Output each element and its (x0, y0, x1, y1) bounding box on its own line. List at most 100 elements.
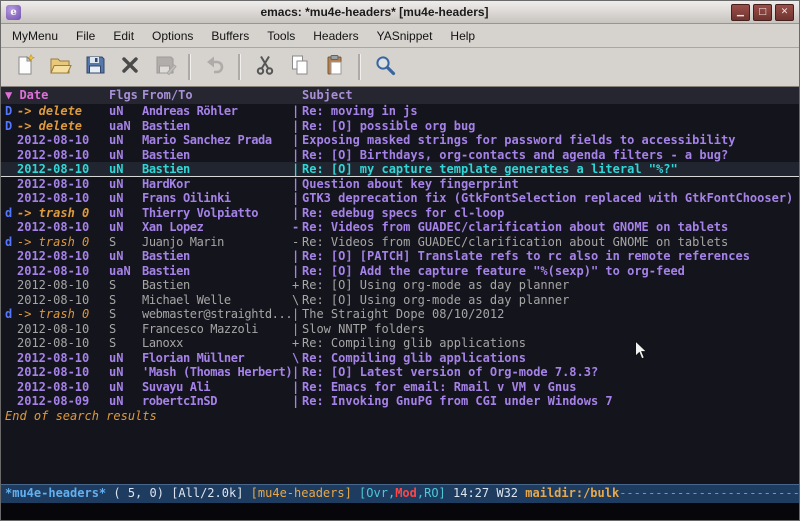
message-row[interactable]: 2012-08-10SBastien+Re: [O] Using org-mod… (1, 278, 799, 293)
message-mark (5, 264, 17, 279)
message-from: webmaster@straightd... (142, 307, 292, 322)
thread-connector: \ (292, 351, 302, 366)
menu-tools[interactable]: Tools (258, 26, 304, 46)
message-date: 2012-08-10 (17, 322, 109, 337)
menu-options[interactable]: Options (143, 26, 202, 46)
message-row[interactable]: 2012-08-10uNBastien|Re: [O] my capture t… (1, 162, 799, 177)
modeline-segment-status: Ovr, (366, 486, 395, 500)
message-subject: Question about key fingerprint (302, 177, 799, 192)
menu-help[interactable]: Help (441, 26, 484, 46)
message-flags: uaN (109, 119, 142, 134)
message-subject: Re: Videos from GUADEC/clarification abo… (302, 235, 799, 250)
message-row[interactable]: 2012-08-10SLanoxx+Re: Compiling glib app… (1, 336, 799, 351)
message-from: Bastien (142, 264, 292, 279)
new-file-button[interactable] (9, 52, 40, 83)
close-button[interactable]: ✕ (775, 4, 794, 21)
message-from: Bastien (142, 249, 292, 264)
thread-connector: | (292, 133, 302, 148)
column-subject[interactable]: Subject (302, 87, 799, 104)
message-mark (5, 336, 17, 351)
message-date: -> trash 0 (17, 307, 109, 322)
message-date: 2012-08-10 (17, 133, 109, 148)
thread-connector: | (292, 104, 302, 119)
menu-headers[interactable]: Headers (304, 26, 367, 46)
column-flags[interactable]: Flgs (109, 87, 142, 104)
minimize-button[interactable]: ▁ (731, 4, 750, 21)
toolbar-separator (238, 54, 241, 80)
search-button[interactable] (369, 52, 400, 83)
message-row[interactable]: 2012-08-09uNrobertcInSD|Re: Invoking Gnu… (1, 394, 799, 409)
open-file-button[interactable] (44, 52, 75, 83)
message-row[interactable]: 2012-08-10SFrancesco Mazzoli|Slow NNTP f… (1, 322, 799, 337)
window-controls: ▁ □ ✕ (728, 4, 794, 21)
message-flags: uaN (109, 264, 142, 279)
message-mark (5, 365, 17, 380)
message-subject: Re: [O] [PATCH] Translate refs to rc als… (302, 249, 799, 264)
message-from: Florian Müllner (142, 351, 292, 366)
copy-button[interactable] (284, 52, 315, 83)
message-row[interactable]: D-> deleteuNAndreas Röhler|Re: moving in… (1, 104, 799, 119)
message-row[interactable]: 2012-08-10uNHardKor|Question about key f… (1, 177, 799, 192)
message-flags: uN (109, 133, 142, 148)
save-button[interactable] (79, 52, 110, 83)
column-date[interactable]: ▼ Date (5, 87, 109, 104)
headers-header-line: ▼ Date Flgs From/To Subject (1, 87, 799, 104)
message-flags: S (109, 322, 142, 337)
message-row[interactable]: D-> deleteuaNBastien|Re: [O] possible or… (1, 119, 799, 134)
column-from[interactable]: From/To (142, 87, 292, 104)
message-row[interactable]: 2012-08-10uNBastien|Re: [O] [PATCH] Tran… (1, 249, 799, 264)
message-date: 2012-08-10 (17, 148, 109, 163)
message-row[interactable]: 2012-08-10uNFlorian Müllner\Re: Compilin… (1, 351, 799, 366)
message-row[interactable]: 2012-08-10uN'Mash (Thomas Herbert)|Re: [… (1, 365, 799, 380)
message-from: Bastien (142, 278, 292, 293)
cut-button[interactable] (249, 52, 280, 83)
message-flags: S (109, 293, 142, 308)
paste-button[interactable] (319, 52, 350, 83)
thread-connector: | (292, 365, 302, 380)
thread-connector: | (292, 119, 302, 134)
message-row[interactable]: 2012-08-10uNMario Sanchez Prada|Exposing… (1, 133, 799, 148)
modeline-segment-plain: [All/2.0k] (171, 486, 243, 500)
message-subject: Re: [O] Birthdays, org-contacts and agen… (302, 148, 799, 163)
menu-buffers[interactable]: Buffers (202, 26, 258, 46)
message-row[interactable]: 2012-08-10uaNBastien|Re: [O] Add the cap… (1, 264, 799, 279)
message-row[interactable]: d-> trash 0uNThierry Volpiatto|Re: edebu… (1, 206, 799, 221)
maximize-button[interactable]: □ (753, 4, 772, 21)
message-from: Juanjo Marin (142, 235, 292, 250)
message-row[interactable]: 2012-08-10uNSuvayu Ali|Re: Emacs for ema… (1, 380, 799, 395)
message-flags: uN (109, 249, 142, 264)
kill-buffer-button[interactable] (114, 52, 145, 83)
message-row[interactable]: 2012-08-10uNFrans Oilinki|GTK3 deprecati… (1, 191, 799, 206)
modeline-segment-folder: maildir:/bulk (525, 486, 619, 500)
thread-connector: | (292, 191, 302, 206)
message-from: Michael Welle (142, 293, 292, 308)
menu-yasnippet[interactable]: YASnippet (368, 26, 442, 46)
message-subject: GTK3 deprecation fix (GtkFontSelection r… (302, 191, 799, 206)
new-file-icon (13, 53, 37, 82)
message-row[interactable]: 2012-08-10uNBastien|Re: [O] Birthdays, o… (1, 148, 799, 163)
menu-edit[interactable]: Edit (104, 26, 143, 46)
message-row[interactable]: d-> trash 0SJuanjo Marin-Re: Videos from… (1, 235, 799, 250)
message-mark (5, 249, 17, 264)
message-date: -> trash 0 (17, 206, 109, 221)
message-mark (5, 322, 17, 337)
message-subject: Re: edebug specs for cl-loop (302, 206, 799, 221)
end-of-results: End of search results (1, 409, 799, 424)
menu-file[interactable]: File (67, 26, 104, 46)
message-mark: d (5, 307, 17, 322)
kill-buffer-icon (118, 53, 142, 82)
message-from: Frans Oilinki (142, 191, 292, 206)
message-mark (5, 191, 17, 206)
mode-line[interactable]: *mu4e-headers* ( 5, 0) [All/2.0k] [mu4e-… (1, 484, 799, 503)
message-mark: d (5, 206, 17, 221)
message-row[interactable]: 2012-08-10SMichael Welle\Re: [O] Using o… (1, 293, 799, 308)
menu-mymenu[interactable]: MyMenu (3, 26, 67, 46)
undo-icon (203, 53, 227, 82)
emacs-window: e emacs: *mu4e-headers* [mu4e-headers] ▁… (0, 0, 800, 521)
message-subject: Re: Invoking GnuPG from CGI under Window… (302, 394, 799, 409)
message-mark (5, 351, 17, 366)
message-row[interactable]: 2012-08-10uNXan Lopez-Re: Videos from GU… (1, 220, 799, 235)
thread-connector: \ (292, 293, 302, 308)
echo-area[interactable] (1, 503, 799, 520)
message-row[interactable]: d-> trash 0Swebmaster@straightd...|The S… (1, 307, 799, 322)
